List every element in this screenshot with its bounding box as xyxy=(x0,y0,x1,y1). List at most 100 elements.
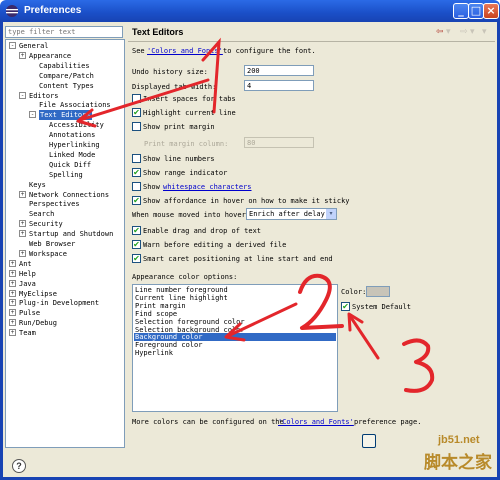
color-option-item[interactable]: Selection background color xyxy=(134,326,336,334)
help-icon[interactable]: ? xyxy=(12,459,26,473)
option-checkbox[interactable] xyxy=(132,154,141,163)
expand-icon[interactable]: + xyxy=(9,259,16,267)
hover-select[interactable]: Enrich after delay ▾ xyxy=(246,208,337,220)
option-checkbox[interactable] xyxy=(132,182,141,191)
tree-item[interactable]: Spelling xyxy=(6,170,124,180)
option-checkbox[interactable]: ✔ xyxy=(132,108,141,117)
filter-input[interactable] xyxy=(5,26,123,38)
expand-icon[interactable]: + xyxy=(19,220,26,228)
preference-page: Text Editors ⇦ ▾ ⇨ ▾ ▾ See 'Colors and F… xyxy=(128,24,495,454)
collapse-icon[interactable]: - xyxy=(19,91,26,99)
option-checkbox[interactable]: ✔ xyxy=(132,226,141,235)
tree-item[interactable]: File Associations xyxy=(6,100,124,110)
tree-item[interactable]: + Startup and Shutdown xyxy=(6,229,124,239)
option-checkbox[interactable] xyxy=(132,94,141,103)
checkmark-icon: ✔ xyxy=(133,254,140,263)
color-option-item[interactable]: Line number foreground xyxy=(134,286,336,294)
tree-item[interactable]: + Java xyxy=(6,279,124,289)
option-checkbox[interactable] xyxy=(132,122,141,131)
tree-item[interactable]: Hyperlinking xyxy=(6,140,124,150)
color-option-item[interactable]: Background color xyxy=(134,333,336,342)
tree-item[interactable]: + Appearance xyxy=(6,51,124,61)
whitespace-characters-link[interactable]: whitespace characters xyxy=(163,183,252,191)
expand-icon[interactable]: + xyxy=(19,230,26,238)
tree-item[interactable]: Perspectives xyxy=(6,199,124,209)
watermark-site-name: 脚本之家 xyxy=(424,453,492,473)
tree-item[interactable]: Web Browser xyxy=(6,239,124,249)
tree-item[interactable]: - General xyxy=(6,41,124,51)
tree-item[interactable]: Content Types xyxy=(6,81,124,91)
color-option-item[interactable]: Current line highlight xyxy=(134,294,336,302)
close-button[interactable]: × xyxy=(483,3,499,19)
color-option-item[interactable]: Selection foreground color xyxy=(134,318,336,326)
maximize-button[interactable]: □ xyxy=(468,3,484,19)
collapse-icon[interactable]: - xyxy=(9,42,16,49)
expand-icon[interactable]: + xyxy=(9,299,16,307)
expand-icon[interactable]: + xyxy=(19,249,26,257)
forward-menu-icon[interactable]: ▾ xyxy=(470,27,475,37)
tree-item-label: MyEclipse xyxy=(19,289,57,298)
color-option-item[interactable]: Find scope xyxy=(134,310,336,318)
tree-item[interactable]: Capabilities xyxy=(6,61,124,71)
tree-item[interactable]: + Run/Debug xyxy=(6,318,124,328)
tree-item[interactable]: + Plug-in Development xyxy=(6,298,124,308)
back-arrow-icon[interactable]: ⇦ xyxy=(436,27,444,37)
collapse-icon[interactable]: - xyxy=(29,111,36,119)
tree-item[interactable]: Linked Mode xyxy=(6,150,124,160)
see-suffix: to configure the font. xyxy=(223,47,316,55)
minimize-button[interactable]: _ xyxy=(453,3,469,19)
tree-item[interactable]: Accessibility xyxy=(6,120,124,130)
print-margin-column-field[interactable]: 80 xyxy=(244,137,314,148)
tree-item[interactable]: + Network Connections xyxy=(6,190,124,200)
tree-item[interactable]: - Text Editors xyxy=(6,110,124,121)
view-menu-icon[interactable]: ▾ xyxy=(482,27,487,37)
tree-item[interactable]: + Security xyxy=(6,219,124,229)
tree-item-label: Pulse xyxy=(19,309,41,318)
option-checkbox[interactable]: ✔ xyxy=(132,196,141,205)
back-menu-icon[interactable]: ▾ xyxy=(446,27,451,37)
checkmark-icon: ✔ xyxy=(133,108,140,117)
tree-item[interactable]: Annotations xyxy=(6,130,124,140)
expand-icon[interactable]: + xyxy=(9,289,16,297)
colors-fonts-link[interactable]: 'Colors and Fonts' xyxy=(147,47,223,55)
tree-item-label: Workspace xyxy=(29,249,67,258)
tree-item[interactable]: Keys xyxy=(6,180,124,190)
expand-icon[interactable]: + xyxy=(9,279,16,287)
tab-width-field[interactable]: 4 xyxy=(244,80,314,91)
tree-item[interactable]: + Ant xyxy=(6,259,124,269)
expand-icon[interactable]: + xyxy=(9,319,16,327)
expand-icon[interactable]: + xyxy=(9,269,16,277)
tree-item[interactable]: Compare/Patch xyxy=(6,71,124,81)
tree-item[interactable]: - Editors xyxy=(6,91,124,101)
color-option-item[interactable]: Hyperlink xyxy=(134,349,336,357)
tree-item[interactable]: Search xyxy=(6,209,124,219)
tree-item-label: Hyperlinking xyxy=(49,141,100,149)
expand-icon[interactable]: + xyxy=(19,51,26,59)
color-picker-button[interactable] xyxy=(366,286,390,297)
tree-item[interactable]: + Workspace xyxy=(6,249,124,259)
tree-item[interactable]: + Help xyxy=(6,269,124,279)
tree-item[interactable]: Quick Diff xyxy=(6,160,124,170)
tree-item[interactable]: + Pulse xyxy=(6,308,124,318)
tree-item[interactable]: + Team xyxy=(6,328,124,338)
expand-icon[interactable]: + xyxy=(9,309,16,317)
expand-icon[interactable]: + xyxy=(9,329,16,337)
option-checkbox-label: Smart caret positioning at line start an… xyxy=(143,255,333,263)
color-option-item[interactable]: Foreground color xyxy=(134,341,336,349)
preferences-tree[interactable]: - General + Appearance Capabilities Compare/P… xyxy=(5,39,125,448)
option-checkbox[interactable]: ✔ xyxy=(132,254,141,263)
expand-icon[interactable]: + xyxy=(19,190,26,198)
undo-history-field[interactable]: 200 xyxy=(244,65,314,76)
option-checkbox[interactable]: ✔ xyxy=(132,168,141,177)
color-option-item[interactable]: Print margin xyxy=(134,302,336,310)
partial-button[interactable] xyxy=(362,434,376,448)
system-default-checkbox[interactable]: ✔ xyxy=(341,302,350,311)
appearance-color-list[interactable]: Line number foreground Current line highl… xyxy=(132,284,338,412)
tree-item[interactable]: + MyEclipse xyxy=(6,289,124,299)
tree-item-label: File Associations xyxy=(39,101,111,110)
forward-arrow-icon[interactable]: ⇨ xyxy=(460,27,468,37)
footer-colors-fonts-link[interactable]: 'Colors and Fonts' xyxy=(278,418,354,426)
option-checkbox-label: Show affordance in hover on how to make … xyxy=(143,197,350,205)
appearance-label: Appearance color options: xyxy=(132,273,238,281)
option-checkbox[interactable]: ✔ xyxy=(132,240,141,249)
